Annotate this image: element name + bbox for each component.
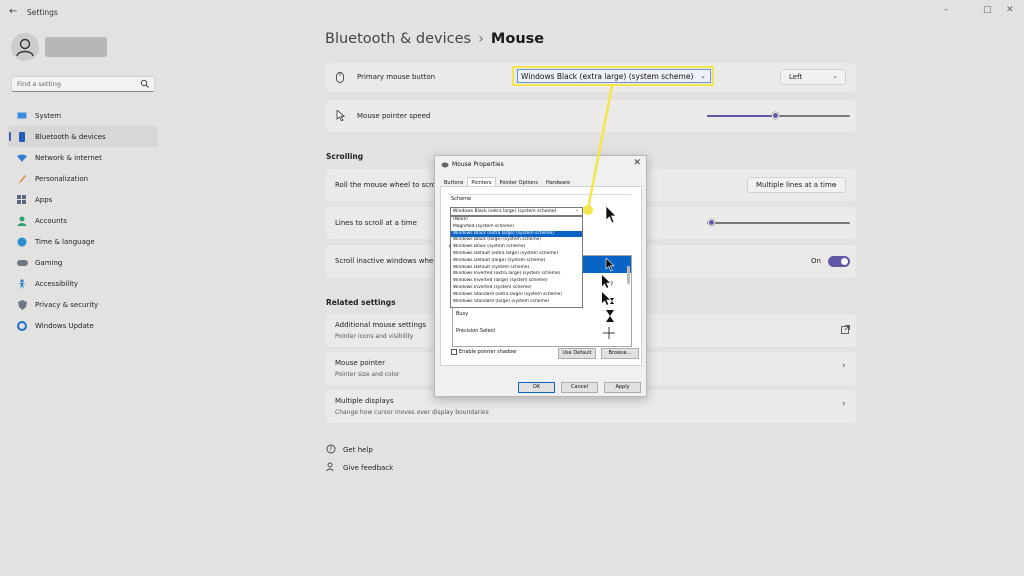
scheme-option[interactable]: Windows Standard (large) (system scheme) bbox=[451, 299, 582, 306]
scheme-option[interactable]: Windows Black (large) (system scheme) bbox=[451, 237, 582, 244]
callout-magnified-combobox: Windows Black (extra large) (system sche… bbox=[517, 69, 711, 83]
scheme-option[interactable]: Windows Black (extra large) (system sche… bbox=[451, 230, 582, 238]
scheme-option[interactable]: Windows Black (system scheme) bbox=[451, 244, 582, 251]
chevron-down-icon: ⌄ bbox=[700, 72, 706, 80]
scheme-option[interactable]: Windows Inverted (system scheme) bbox=[451, 285, 582, 292]
scheme-option[interactable]: Magnified (system scheme) bbox=[451, 224, 582, 231]
scheme-dropdown-list[interactable]: (None) Magnified (system scheme) Windows B… bbox=[450, 216, 583, 308]
scheme-option[interactable]: Windows Inverted (extra large) (system s… bbox=[451, 271, 582, 278]
scheme-option[interactable]: Windows Default (extra large) (system sc… bbox=[451, 251, 582, 258]
scheme-option[interactable]: Windows Inverted (large) (system scheme) bbox=[451, 278, 582, 285]
scheme-option[interactable]: (None) bbox=[451, 217, 582, 224]
scheme-option[interactable]: Windows Default (system scheme) bbox=[451, 265, 582, 272]
scheme-option[interactable]: Windows Standard (extra large) (system s… bbox=[451, 292, 582, 299]
scheme-option[interactable]: Windows Default (large) (system scheme) bbox=[451, 258, 582, 265]
